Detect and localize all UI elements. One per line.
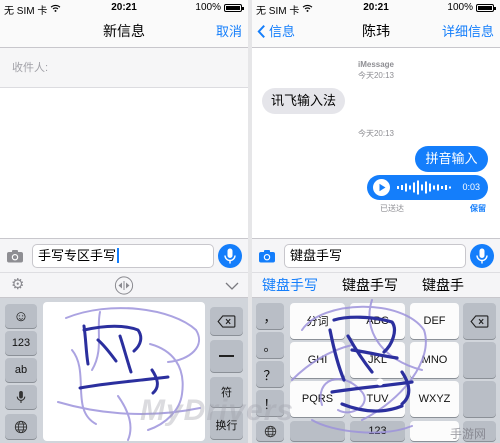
cursor-move-icon[interactable]	[114, 276, 134, 295]
microphone-icon	[16, 391, 26, 403]
keep-button[interactable]: 保留	[470, 203, 486, 214]
screenshot-composite: 无 SIM 卡 20:21 100% 新信息 取消 收件人: 手写专区手写 ⚙ …	[0, 0, 500, 443]
function-key[interactable]	[463, 342, 496, 378]
microphone-icon	[224, 248, 236, 264]
nav-bar: 新信息 取消	[0, 16, 248, 48]
punctuation-key[interactable]: ？	[256, 361, 284, 387]
gear-icon[interactable]: ⚙	[11, 276, 24, 294]
space-key[interactable]	[210, 340, 243, 372]
punctuation-key[interactable]: ！	[256, 390, 284, 416]
voice-input-button[interactable]	[470, 244, 494, 268]
candidate-item[interactable]: 键盘手	[422, 273, 464, 297]
battery-percent: 100%	[447, 2, 473, 13]
battery-percent: 100%	[195, 2, 221, 13]
key-abc[interactable]: ABC	[350, 303, 405, 339]
voice-input-button[interactable]	[218, 244, 242, 268]
page-title: 新信息	[103, 23, 145, 39]
nine-key-keyboard: ， 。 ？ ！ 分词 ABC DEF GHI JKL MNO PQRS TUV …	[252, 298, 500, 443]
microphone-icon	[476, 248, 488, 264]
chevron-down-icon[interactable]	[225, 282, 239, 290]
waveform-icon	[397, 180, 451, 195]
composer-bar: 手写专区手写	[0, 238, 248, 272]
audio-message[interactable]: 0:03	[367, 175, 488, 200]
punctuation-key[interactable]: 。	[256, 332, 284, 358]
new-message-screen: 无 SIM 卡 20:21 100% 新信息 取消 收件人: 手写专区手写 ⚙ …	[0, 0, 248, 443]
globe-key[interactable]	[5, 414, 37, 439]
message-input[interactable]: 手写专区手写	[32, 244, 214, 268]
delete-icon	[217, 314, 236, 328]
letters-key[interactable]: ab	[5, 358, 37, 382]
globe-icon	[264, 425, 276, 437]
sent-message[interactable]: 拼音输入	[415, 146, 488, 172]
candidate-item[interactable]: 键盘手写	[262, 273, 318, 297]
composer-bar: 键盘手写	[252, 238, 500, 272]
emoji-key[interactable]: ☺	[5, 304, 37, 328]
status-bar: 无 SIM 卡 20:21 100%	[252, 0, 500, 17]
key-jkl[interactable]: JKL	[350, 342, 405, 378]
details-button[interactable]: 详细信息	[442, 16, 494, 47]
recipient-field[interactable]: 收件人:	[0, 48, 248, 88]
key-mno[interactable]: MNO	[410, 342, 459, 378]
key-pqrs[interactable]: PQRS	[290, 381, 345, 417]
voice-key[interactable]	[5, 385, 37, 409]
recipient-label: 收件人:	[12, 62, 49, 74]
camera-icon[interactable]	[258, 249, 276, 263]
cancel-button[interactable]: 取消	[216, 16, 242, 47]
handwriting-keyboard: ☺ 123 ab 符 换行	[0, 298, 248, 443]
numbers-key[interactable]: 123	[350, 421, 405, 441]
message-thread: iMessage 今天20:13 讯飞输入法 今天20:13 拼音输入 0:03…	[252, 48, 500, 238]
dash-line-icon	[219, 355, 234, 357]
message-input-text: 手写专区手写	[38, 248, 117, 263]
emoji-icon: ☺	[13, 307, 29, 325]
audio-duration: 0:03	[462, 182, 480, 192]
key-wxyz[interactable]: WXYZ	[410, 381, 459, 417]
service-label: iMessage	[357, 60, 395, 69]
symbols-key[interactable]: 符	[210, 377, 243, 407]
battery-icon	[476, 4, 496, 12]
numbers-key[interactable]: 123	[5, 331, 37, 355]
punctuation-key[interactable]: ，	[256, 303, 284, 329]
function-key[interactable]	[463, 381, 496, 417]
received-message[interactable]: 讯飞输入法	[262, 88, 345, 114]
candidate-item[interactable]: 键盘手写	[342, 273, 398, 297]
globe-key[interactable]	[256, 421, 284, 441]
delete-icon	[470, 314, 489, 328]
key-tuv[interactable]: TUV	[350, 381, 405, 417]
text-cursor	[117, 248, 119, 263]
delivered-status: 已送达	[380, 204, 404, 213]
candidate-bar: 键盘手写 键盘手写 键盘手	[252, 272, 500, 298]
space-key[interactable]	[410, 421, 459, 441]
status-bar: 无 SIM 卡 20:21 100%	[0, 0, 248, 17]
key-segment[interactable]: 分词	[290, 303, 345, 339]
globe-icon	[14, 420, 28, 433]
delete-key[interactable]	[210, 307, 243, 335]
function-key[interactable]	[290, 421, 345, 441]
handwriting-pad[interactable]	[43, 302, 205, 441]
play-icon[interactable]	[373, 179, 390, 196]
return-key[interactable]: 换行	[210, 411, 243, 439]
delete-key[interactable]	[463, 303, 496, 339]
return-key[interactable]	[463, 421, 496, 441]
timestamp: 今天20:13	[357, 71, 395, 80]
nav-bar: 信息 陈玮 详细信息	[252, 16, 500, 48]
ime-toolbar: ⚙	[0, 272, 248, 298]
camera-icon[interactable]	[6, 249, 24, 263]
battery-icon	[224, 4, 244, 12]
message-input-text: 键盘手写	[290, 248, 343, 263]
key-ghi[interactable]: GHI	[290, 342, 345, 378]
timestamp: 今天20:13	[357, 129, 395, 138]
message-input[interactable]: 键盘手写	[284, 244, 466, 268]
key-def[interactable]: DEF	[410, 303, 459, 339]
conversation-screen: 无 SIM 卡 20:21 100% 信息 陈玮 详细信息 iMessage 今…	[252, 0, 500, 443]
